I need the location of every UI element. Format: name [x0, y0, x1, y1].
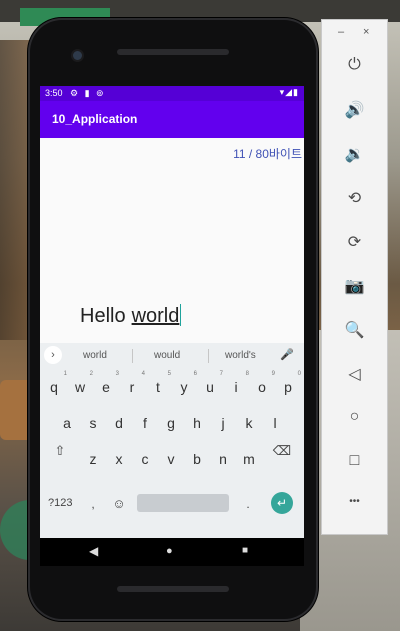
edit-text-word1: Hello — [80, 305, 126, 327]
nav-back-icon[interactable]: ◀ — [89, 544, 98, 558]
key-label: q — [50, 379, 58, 395]
top-speaker — [117, 49, 229, 55]
close-button[interactable]: × — [363, 26, 369, 38]
soft-keyboard: › world would world's 🎤 1q2w3e4r5t6y7u8i… — [40, 343, 304, 538]
symbols-key[interactable]: ?123 — [48, 497, 72, 509]
key-label: w — [74, 379, 86, 395]
volume-up-icon[interactable]: 🔊 — [322, 100, 387, 120]
key-b[interactable]: b — [184, 451, 210, 467]
mic-icon[interactable]: 🎤 — [280, 348, 294, 361]
suggestion-3[interactable]: world's — [225, 350, 256, 361]
back-icon[interactable]: ◁ — [322, 364, 387, 384]
key-label: y — [180, 379, 188, 395]
key-hint: 1 — [63, 371, 67, 377]
key-label: r — [129, 379, 135, 395]
notification-icons: ⚙ ▮ ⊚ — [70, 88, 106, 98]
key-hint: 4 — [141, 371, 145, 377]
suggestion-2[interactable]: would — [154, 350, 180, 361]
text-cursor — [180, 304, 182, 326]
status-time: 3:50 — [45, 88, 63, 98]
suggestion-divider — [208, 349, 209, 363]
key-hint: 0 — [297, 371, 301, 377]
key-q[interactable]: 1q — [41, 371, 67, 395]
key-label: i — [234, 379, 238, 395]
app-title: 10_Application — [52, 112, 138, 126]
key-hint: 2 — [89, 371, 93, 377]
key-o[interactable]: 9o — [249, 371, 275, 395]
key-v[interactable]: v — [158, 451, 184, 467]
overview-icon[interactable]: □ — [322, 452, 387, 470]
key-m[interactable]: m — [236, 451, 262, 467]
key-h[interactable]: h — [184, 415, 210, 431]
nav-home-icon[interactable]: ● — [166, 545, 173, 557]
rotate-left-icon[interactable]: ⟲ — [322, 188, 387, 208]
edit-text-word2: world — [131, 305, 180, 327]
key-w[interactable]: 2w — [67, 371, 93, 395]
status-bar: 3:50 ⚙ ▮ ⊚ ▾◢▮ — [40, 86, 304, 101]
key-label: t — [156, 379, 160, 395]
key-k[interactable]: k — [236, 415, 262, 431]
key-z[interactable]: z — [80, 451, 106, 467]
more-icon[interactable]: ••• — [322, 496, 387, 507]
suggestion-divider — [132, 349, 133, 363]
key-hint: 3 — [115, 371, 119, 377]
volume-down-icon[interactable]: 🔉 — [322, 144, 387, 164]
key-t[interactable]: 5t — [145, 371, 171, 395]
text-edit-field[interactable]: Hello world — [80, 304, 182, 328]
front-camera — [73, 51, 82, 60]
key-x[interactable]: x — [106, 451, 132, 467]
key-label: p — [284, 379, 292, 395]
backspace-icon[interactable]: ⌫ — [272, 443, 292, 459]
emoji-icon[interactable]: ☺ — [112, 496, 126, 511]
key-i[interactable]: 8i — [223, 371, 249, 395]
byte-counter: 11 / 80바이트 — [233, 147, 302, 161]
bottom-speaker — [117, 586, 229, 592]
key-hint: 7 — [219, 371, 223, 377]
rotate-right-icon[interactable]: ⟳ — [322, 232, 387, 252]
key-d[interactable]: d — [106, 415, 132, 431]
camera-icon[interactable]: 📷 — [322, 276, 387, 296]
suggestion-1[interactable]: world — [83, 350, 107, 361]
minimize-button[interactable]: – — [338, 26, 344, 38]
key-r[interactable]: 4r — [119, 371, 145, 395]
navigation-bar: ◀ ● ■ — [40, 538, 304, 566]
suggestion-strip: › world would world's 🎤 — [40, 343, 304, 369]
key-j[interactable]: j — [210, 415, 236, 431]
key-n[interactable]: n — [210, 451, 236, 467]
key-l[interactable]: l — [262, 415, 288, 431]
enter-icon[interactable]: ↵ — [271, 492, 293, 514]
period-key[interactable]: . — [243, 497, 253, 511]
key-a[interactable]: a — [54, 415, 80, 431]
key-y[interactable]: 6y — [171, 371, 198, 395]
key-g[interactable]: g — [158, 415, 184, 431]
key-hint: 6 — [193, 371, 197, 377]
key-hint: 8 — [245, 371, 249, 377]
app-bar: 10_Application — [40, 101, 304, 138]
comma-key[interactable]: , — [88, 497, 98, 511]
key-s[interactable]: s — [80, 415, 106, 431]
key-u[interactable]: 7u — [197, 371, 223, 395]
key-f[interactable]: f — [132, 415, 158, 431]
key-p[interactable]: 0p — [275, 371, 301, 395]
key-hint: 5 — [167, 371, 171, 377]
expand-icon[interactable]: › — [44, 346, 62, 364]
signal-battery-icons: ▾◢▮ — [279, 87, 299, 97]
home-icon[interactable]: ○ — [322, 408, 387, 426]
emulator-control-panel: – × ⏻ 🔊 🔉 ⟲ ⟳ 📷 🔍 ◁ ○ □ ••• — [321, 19, 388, 535]
key-c[interactable]: c — [132, 451, 158, 467]
key-label: o — [258, 379, 266, 395]
key-label: u — [206, 379, 214, 395]
power-icon[interactable]: ⏻ — [322, 56, 387, 74]
shift-icon[interactable]: ⇧ — [50, 443, 70, 459]
emulator-phone-frame: 3:50 ⚙ ▮ ⊚ ▾◢▮ 10_Application 11 / 80바이트… — [28, 18, 318, 621]
key-label: e — [102, 379, 110, 395]
nav-recents-icon[interactable]: ■ — [242, 545, 248, 556]
space-bar[interactable] — [137, 494, 229, 512]
key-e[interactable]: 3e — [93, 371, 119, 395]
zoom-icon[interactable]: 🔍 — [322, 320, 387, 340]
key-hint: 9 — [271, 371, 275, 377]
device-screen[interactable]: 3:50 ⚙ ▮ ⊚ ▾◢▮ 10_Application 11 / 80바이트… — [40, 86, 304, 566]
